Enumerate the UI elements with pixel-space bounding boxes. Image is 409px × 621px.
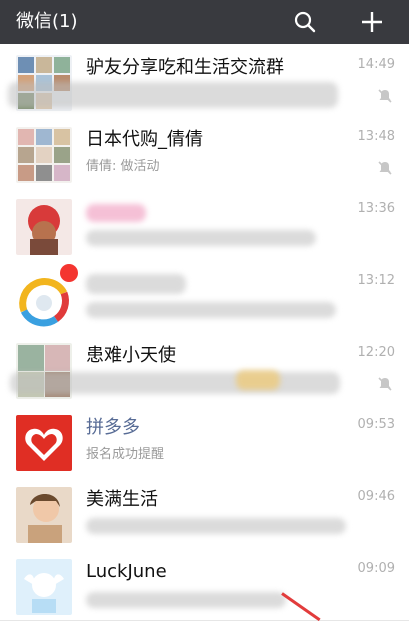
chat-name: 驴友分享吃和生活交流群 [86,57,284,78]
unread-badge [60,264,78,282]
blur-mask [10,372,340,394]
chat-name: 日本代购_倩倩 [86,129,203,150]
contact-avatar [16,199,72,255]
chat-time: 09:53 [357,417,395,432]
group-avatar [16,127,72,183]
contact-avatar [16,559,72,615]
chat-row[interactable]: 日本代购_倩倩 倩倩: 做活动 13:48 [0,116,409,189]
chat-row[interactable]: LuckJune 09:09 [0,548,409,621]
blur-mask [86,204,146,222]
blur-mask [86,592,286,608]
chat-name: 患难小天使 [86,345,176,366]
chat-row[interactable]: 患难小天使 12:20 [0,332,409,405]
chat-row[interactable]: 13:36 [0,188,409,261]
blur-mask [236,370,280,390]
contact-avatar [16,487,72,543]
chat-time: 09:46 [357,489,395,504]
chat-time: 13:12 [357,273,395,288]
pinduoduo-logo [16,415,72,471]
chat-row[interactable]: 拼多多 报名成功提醒 09:53 [0,404,409,477]
app-title: 微信(1) [16,11,78,32]
chat-time: 14:49 [357,57,395,72]
blur-mask [86,302,336,318]
chat-row[interactable]: 驴友分享吃和生活交流群 14:49 [0,44,409,117]
chat-preview: 报名成功提醒 [86,447,165,462]
chat-name: LuckJune [86,561,167,582]
blur-mask [8,82,338,108]
chat-time: 12:20 [357,345,395,360]
chat-time: 13:36 [357,201,395,216]
mute-icon [377,376,393,392]
top-bar: 微信(1) [0,0,409,44]
blur-mask [86,230,316,246]
blur-mask [86,518,346,534]
chat-name: 美满生活 [86,489,158,510]
plus-icon[interactable] [357,7,387,37]
blur-mask [86,274,186,294]
chat-preview: 倩倩: 做活动 [86,159,160,174]
search-icon[interactable] [290,7,320,37]
chat-time: 09:09 [357,561,395,576]
mute-icon [377,160,393,176]
chat-name: 拼多多 [86,417,140,438]
chat-row[interactable]: 13:12 [0,260,409,333]
mute-icon [377,88,393,104]
chat-row[interactable]: 美满生活 09:46 [0,476,409,549]
chat-time: 13:48 [357,129,395,144]
